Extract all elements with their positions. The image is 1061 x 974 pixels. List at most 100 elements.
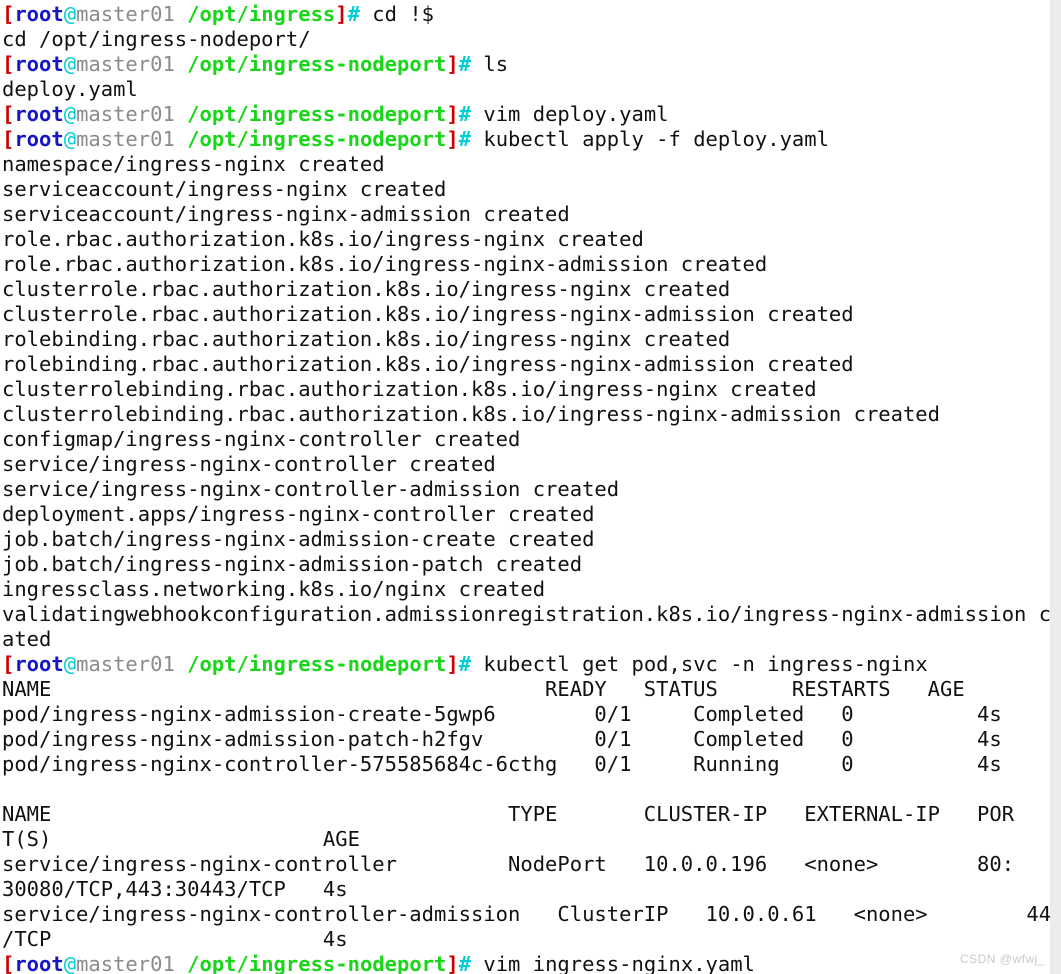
output-text: pod/ingress-nginx-admission-create-5gwp6… — [2, 702, 1002, 726]
prompt-path: /opt/ingress-nodeport — [187, 52, 447, 76]
prompt-path: /opt/ingress-nodeport — [187, 102, 447, 126]
prompt-at-symbol: @ — [63, 652, 77, 676]
output-text: clusterrolebinding.rbac.authorization.k8… — [2, 377, 817, 401]
prompt-host: master01 — [76, 127, 175, 151]
terminal-output-line: validatingwebhookconfiguration.admission… — [2, 602, 1061, 627]
output-text: service/ingress-nginx-controller-admissi… — [2, 902, 1061, 926]
prompt-path: /opt/ingress-nodeport — [187, 127, 447, 151]
prompt-at-symbol: @ — [63, 52, 77, 76]
output-text: role.rbac.authorization.k8s.io/ingress-n… — [2, 227, 644, 251]
terminal-output-line: ated — [2, 627, 1061, 652]
prompt-open-bracket: [ — [2, 127, 15, 151]
terminal-output-line: serviceaccount/ingress-nginx created — [2, 177, 1061, 202]
output-text: validatingwebhookconfiguration.admission… — [2, 602, 1061, 626]
output-text: service/ingress-nginx-controller created — [2, 452, 496, 476]
prompt-close-bracket: ] — [446, 52, 459, 76]
terminal-output-line: role.rbac.authorization.k8s.io/ingress-n… — [2, 252, 1061, 277]
terminal-output-line: service/ingress-nginx-controller NodePor… — [2, 852, 1061, 877]
prompt-user: root — [14, 952, 64, 974]
output-text: namespace/ingress-nginx created — [2, 152, 385, 176]
terminal-output-line: pod/ingress-nginx-admission-patch-h2fgv … — [2, 727, 1061, 752]
prompt-host: master01 — [76, 952, 175, 974]
terminal-output-line: serviceaccount/ingress-nginx-admission c… — [2, 202, 1061, 227]
prompt-path: /opt/ingress-nodeport — [187, 952, 447, 974]
terminal-output-line: rolebinding.rbac.authorization.k8s.io/in… — [2, 327, 1061, 352]
prompt-user: root — [14, 2, 64, 26]
watermark-label: CSDN @wfwj_ — [959, 952, 1045, 966]
terminal-output-line: job.batch/ingress-nginx-admission-create… — [2, 527, 1061, 552]
prompt-hash-symbol: # — [347, 2, 360, 26]
prompt-hash-symbol: # — [458, 127, 472, 151]
prompt-command: kubectl apply -f deploy.yaml — [471, 127, 829, 151]
prompt-command: kubectl get pod,svc -n ingress-nginx — [471, 652, 928, 676]
output-text: pod/ingress-nginx-admission-patch-h2fgv … — [2, 727, 1002, 751]
terminal-prompt-line: [root@master01 /opt/ingress-nodeport]# v… — [2, 952, 1061, 974]
terminal-output-line: namespace/ingress-nginx created — [2, 152, 1061, 177]
prompt-open-bracket: [ — [2, 52, 15, 76]
terminal-output-line: NAME READY STATUS RESTARTS AGE — [2, 677, 1061, 702]
prompt-user: root — [14, 52, 64, 76]
prompt-at-symbol: @ — [63, 102, 77, 126]
output-text: deployment.apps/ingress-nginx-controller… — [2, 502, 595, 526]
terminal-output-line: role.rbac.authorization.k8s.io/ingress-n… — [2, 227, 1061, 252]
output-text: rolebinding.rbac.authorization.k8s.io/in… — [2, 352, 854, 376]
prompt-path: /opt/ingress — [187, 2, 336, 26]
prompt-host: master01 — [76, 2, 175, 26]
terminal-prompt-line: [root@master01 /opt/ingress-nodeport]# k… — [2, 652, 1061, 677]
output-text: configmap/ingress-nginx-controller creat… — [2, 427, 521, 451]
output-text: T(S) AGE — [2, 827, 360, 851]
terminal-window[interactable]: [root@master01 /opt/ingress]# cd !$ cd /o… — [0, 0, 1061, 974]
prompt-open-bracket: [ — [2, 952, 15, 974]
terminal-output-line: clusterrolebinding.rbac.authorization.k8… — [2, 402, 1061, 427]
terminal-output-line: service/ingress-nginx-controller-admissi… — [2, 902, 1061, 927]
terminal-output-line: clusterrole.rbac.authorization.k8s.io/in… — [2, 277, 1061, 302]
prompt-command: cd !$ — [359, 2, 435, 26]
output-text: ated — [2, 627, 52, 651]
prompt-command: vim ingress-nginx.yaml — [471, 952, 755, 974]
terminal-output-line: ingressclass.networking.k8s.io/nginx cre… — [2, 577, 1061, 602]
output-text: NAME READY STATUS RESTARTS AGE — [2, 677, 965, 701]
terminal-output-line: service/ingress-nginx-controller created — [2, 452, 1061, 477]
output-text: cd /opt/ingress-nodeport/ — [2, 27, 311, 51]
terminal-output-line: configmap/ingress-nginx-controller creat… — [2, 427, 1061, 452]
prompt-close-bracket: ] — [446, 102, 459, 126]
prompt-close-bracket: ] — [446, 127, 459, 151]
terminal-output-line: /TCP 4s — [2, 927, 1061, 952]
prompt-hash-symbol: # — [458, 652, 472, 676]
terminal-prompt-line: [root@master01 /opt/ingress]# cd !$ — [2, 2, 1061, 27]
prompt-host: master01 — [76, 102, 175, 126]
output-text: service/ingress-nginx-controller-admissi… — [2, 477, 620, 501]
output-text: rolebinding.rbac.authorization.k8s.io/in… — [2, 327, 731, 351]
prompt-host: master01 — [76, 52, 175, 76]
terminal-output-line: pod/ingress-nginx-admission-create-5gwp6… — [2, 702, 1061, 727]
prompt-hash-symbol: # — [458, 952, 472, 974]
prompt-at-symbol: @ — [63, 127, 77, 151]
terminal-prompt-line: [root@master01 /opt/ingress-nodeport]# k… — [2, 127, 1061, 152]
terminal-prompt-line: [root@master01 /opt/ingress-nodeport]# l… — [2, 52, 1061, 77]
prompt-open-bracket: [ — [2, 652, 15, 676]
terminal-screen[interactable]: [root@master01 /opt/ingress]# cd !$ cd /o… — [0, 0, 1061, 974]
terminal-output-line: 30080/TCP,443:30443/TCP 4s — [2, 877, 1061, 902]
output-text: role.rbac.authorization.k8s.io/ingress-n… — [2, 252, 768, 276]
output-text: serviceaccount/ingress-nginx-admission c… — [2, 202, 570, 226]
terminal-output-line: NAME TYPE CLUSTER-IP EXTERNAL-IP POR — [2, 802, 1061, 827]
terminal-output-line: deployment.apps/ingress-nginx-controller… — [2, 502, 1061, 527]
output-text: deploy.yaml — [2, 77, 138, 101]
terminal-output-line: clusterrolebinding.rbac.authorization.k8… — [2, 377, 1061, 402]
output-text: job.batch/ingress-nginx-admission-patch … — [2, 552, 583, 576]
prompt-user: root — [14, 127, 64, 151]
terminal-output-line: pod/ingress-nginx-controller-575585684c-… — [2, 752, 1061, 777]
prompt-close-bracket: ] — [335, 2, 348, 26]
output-text: ingressclass.networking.k8s.io/nginx cre… — [2, 577, 546, 601]
output-text: clusterrole.rbac.authorization.k8s.io/in… — [2, 277, 731, 301]
prompt-host: master01 — [76, 652, 175, 676]
prompt-user: root — [14, 102, 64, 126]
terminal-output-line: job.batch/ingress-nginx-admission-patch … — [2, 552, 1061, 577]
output-text: clusterrole.rbac.authorization.k8s.io/in… — [2, 302, 854, 326]
output-text: service/ingress-nginx-controller NodePor… — [2, 852, 1015, 876]
